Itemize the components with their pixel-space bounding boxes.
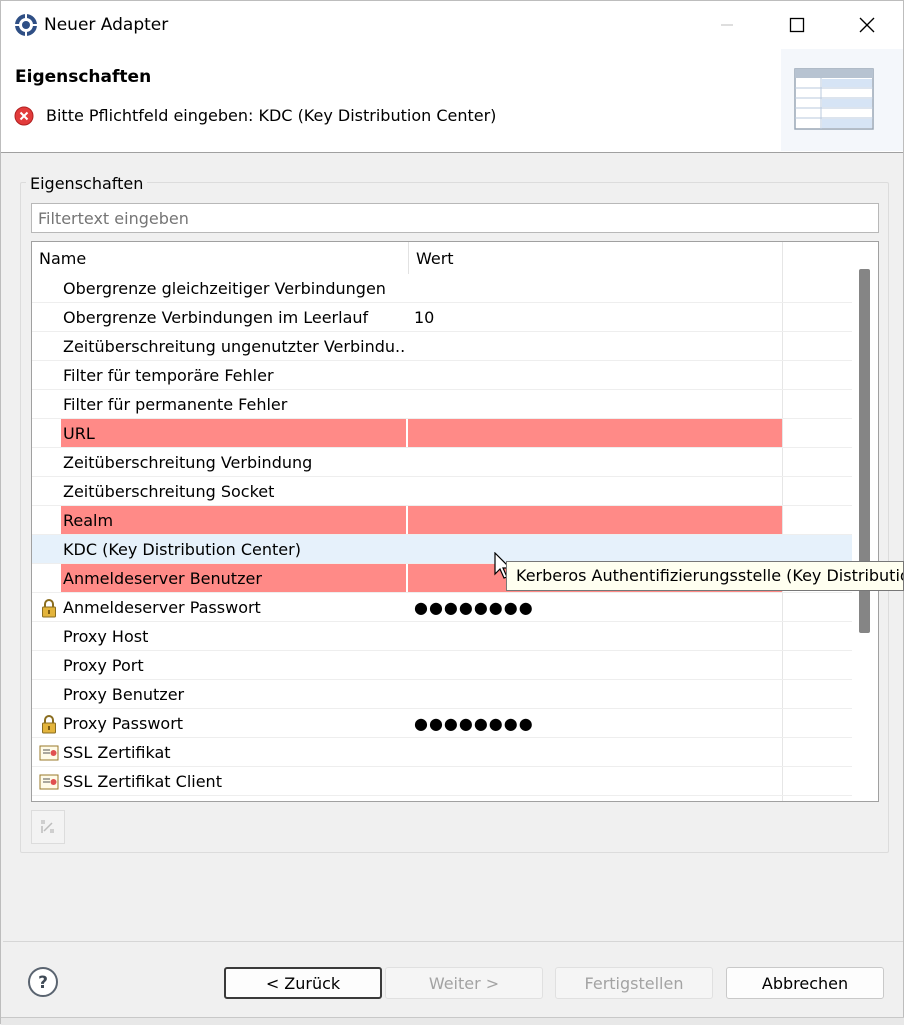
property-name: Realm — [61, 506, 406, 534]
table-row[interactable]: Obergrenze gleichzeitiger Verbindungen — [32, 274, 852, 303]
maximize-button[interactable] — [763, 1, 831, 49]
lock-icon — [42, 715, 56, 734]
back-button[interactable]: < Zurück — [224, 967, 382, 999]
property-name: Obergrenze Verbindungen im Leerlauf — [63, 308, 369, 327]
property-value[interactable] — [408, 535, 782, 563]
error-message: Bitte Pflichtfeld eingeben: KDC (Key Dis… — [46, 106, 497, 125]
table-row[interactable]: Filter für permanente Fehler — [32, 390, 852, 419]
property-value[interactable] — [408, 738, 782, 766]
table-row[interactable]: SSL Zertifikat — [32, 738, 852, 767]
certificate-icon — [39, 774, 59, 790]
table-row[interactable]: Proxy Passwort ●●●●●●●● — [32, 709, 852, 738]
table-row-required[interactable]: Realm — [32, 506, 852, 535]
properties-table[interactable]: Name Wert Obergrenze gleichzeitiger Verb… — [31, 241, 879, 802]
window-title: Neuer Adapter — [44, 15, 169, 35]
property-value[interactable]: ●●●●●●●● — [408, 709, 782, 737]
property-name: Proxy Port — [63, 656, 144, 675]
button-bar-divider — [3, 941, 903, 942]
property-value[interactable]: ●●●●●●●● — [408, 593, 782, 621]
property-value[interactable] — [408, 506, 782, 534]
minimize-icon — [721, 24, 733, 26]
property-name: Obergrenze gleichzeitiger Verbindungen — [63, 279, 386, 298]
property-name: Proxy Host — [63, 627, 149, 646]
maximize-icon — [789, 17, 805, 33]
finish-button[interactable]: Fertigstellen — [555, 967, 713, 999]
property-value[interactable] — [408, 680, 782, 708]
column-header-value[interactable]: Wert — [408, 242, 783, 274]
table-row[interactable]: Proxy Benutzer — [32, 680, 852, 709]
property-name: KDC (Key Distribution Center) — [63, 540, 301, 559]
table-row[interactable]: Anmeldeserver Passwort ●●●●●●●● — [32, 593, 852, 622]
table-row[interactable]: Obergrenze Verbindungen im Leerlauf 10 — [32, 303, 852, 332]
table-row[interactable]: Zeitüberschreitung Socket — [32, 477, 852, 506]
property-name: SSL Zertifikat — [63, 743, 171, 762]
property-value[interactable] — [408, 622, 782, 650]
property-name: Zeitüberschreitung Verbindung — [63, 453, 313, 472]
dialog-window: Neuer Adapter Eigenschaften Bitte Pflich… — [0, 0, 904, 1025]
table-row[interactable]: Zeitüberschreitung Verbindung — [32, 448, 852, 477]
table-row-required[interactable]: URL — [32, 419, 852, 448]
title-bar[interactable]: Neuer Adapter — [1, 1, 903, 49]
next-button[interactable]: Weiter > — [385, 967, 543, 999]
property-value[interactable] — [408, 361, 782, 389]
table-row[interactable]: Proxy Port — [32, 651, 852, 680]
property-name: Filter für permanente Fehler — [63, 395, 288, 414]
property-name: Anmeldeserver Passwort — [63, 598, 261, 617]
restore-defaults-icon — [41, 820, 54, 833]
property-value[interactable] — [408, 274, 782, 302]
table-row-selected[interactable]: KDC (Key Distribution Center) — [32, 535, 852, 564]
table-row[interactable]: SSL Zertifikat Client — [32, 767, 852, 796]
property-value[interactable] — [408, 390, 782, 418]
help-icon[interactable]: ? — [27, 966, 59, 998]
table-header: Name Wert — [32, 242, 852, 274]
close-icon — [859, 17, 875, 33]
property-name: Proxy Passwort — [63, 714, 184, 733]
property-name: URL — [61, 419, 406, 447]
column-header-name[interactable]: Name — [32, 242, 408, 274]
restore-defaults-button[interactable] — [31, 810, 65, 844]
close-button[interactable] — [833, 1, 901, 49]
property-value[interactable] — [408, 477, 782, 505]
property-value[interactable] — [408, 651, 782, 679]
property-value[interactable]: 10 — [408, 303, 782, 331]
svg-text:?: ? — [38, 973, 48, 993]
group-label: Eigenschaften — [26, 173, 148, 195]
property-value[interactable] — [408, 448, 782, 476]
property-value[interactable] — [408, 419, 782, 447]
table-row[interactable]: Filter für temporäre Fehler — [32, 361, 852, 390]
error-icon — [14, 106, 34, 126]
minimize-button[interactable] — [693, 1, 761, 49]
lock-icon — [42, 599, 56, 618]
property-name: Proxy Benutzer — [63, 685, 185, 704]
table-row[interactable]: Proxy Host — [32, 622, 852, 651]
page-title: Eigenschaften — [15, 67, 152, 87]
filter-input[interactable] — [31, 203, 879, 233]
table-wizard-icon — [781, 49, 903, 151]
app-icon — [15, 14, 37, 36]
certificate-icon — [39, 745, 59, 761]
property-name: SSL Zertifikat Client — [63, 772, 222, 791]
table-row[interactable]: Zeitüberschreitung ungenutzter Verbindu.… — [32, 332, 852, 361]
tooltip: Kerberos Authentifizierungsstelle (Key D… — [506, 561, 904, 591]
property-value[interactable] — [408, 767, 782, 795]
property-name: Anmeldeserver Benutzer — [61, 564, 406, 592]
cancel-button[interactable]: Abbrechen — [726, 967, 884, 999]
property-value[interactable] — [408, 332, 782, 360]
wizard-header: Eigenschaften Bitte Pflichtfeld eingeben… — [1, 49, 903, 153]
property-name: Zeitüberschreitung ungenutzter Verbindu.… — [63, 337, 406, 356]
property-name: Zeitüberschreitung Socket — [63, 482, 275, 501]
property-name: Filter für temporäre Fehler — [63, 366, 274, 385]
